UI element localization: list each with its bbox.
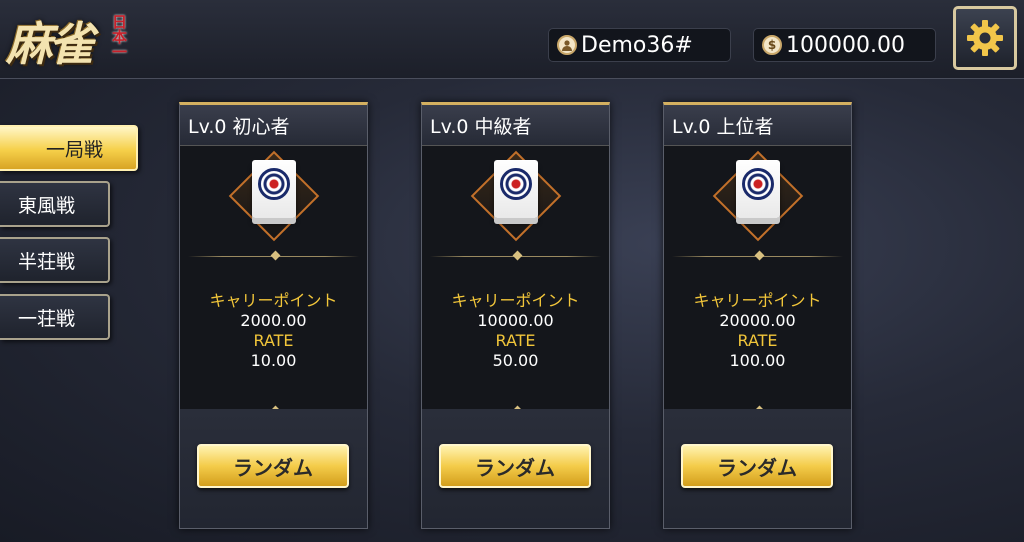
divider <box>188 250 359 261</box>
rate-label: RATE <box>495 331 536 350</box>
room-title: Lv.0 初心者 <box>180 105 367 146</box>
dollar-icon: $ <box>762 35 782 55</box>
divider <box>430 250 601 261</box>
balance-badge: $ 100000.00 <box>753 28 936 62</box>
room-card-advanced: Lv.0 上位者 キャリーポイント 20000.00 RATE 100.00 ラ… <box>663 102 852 529</box>
gear-icon <box>967 20 1003 56</box>
random-join-button[interactable]: ランダム <box>439 444 591 488</box>
room-card-intermediate: Lv.0 中級者 キャリーポイント 10000.00 RATE 50.00 ラン… <box>421 102 610 529</box>
carry-point-label: キャリーポイント <box>209 291 338 310</box>
random-join-button[interactable]: ランダム <box>197 444 349 488</box>
sidebar-item-label: 半荘戦 <box>18 250 76 273</box>
sidebar-item-ichisousen[interactable]: 一荘戦 <box>0 294 110 340</box>
carry-point-label: キャリーポイント <box>451 291 580 310</box>
sidebar-item-ikkyokusen[interactable]: 一局戦 <box>0 125 138 171</box>
mahjong-tile-emblem <box>422 146 609 256</box>
rate-value: 10.00 <box>250 351 297 370</box>
room-title: Lv.0 上位者 <box>664 105 851 146</box>
sidebar-item-hanchansen[interactable]: 半荘戦 <box>0 237 110 283</box>
carry-point-value: 20000.00 <box>719 311 796 330</box>
sidebar-item-label: 一局戦 <box>46 138 104 161</box>
mahjong-tile-emblem <box>664 146 851 256</box>
sidebar-item-tonpusen[interactable]: 東風戦 <box>0 181 110 227</box>
sidebar-item-label: 東風戦 <box>18 194 76 217</box>
carry-point-label: キャリーポイント <box>693 291 822 310</box>
rate-value: 50.00 <box>492 351 539 370</box>
tile-icon <box>742 168 774 200</box>
random-join-button[interactable]: ランダム <box>681 444 833 488</box>
mahjong-tile-emblem <box>180 146 367 256</box>
rate-label: RATE <box>737 331 778 350</box>
user-badge: Demo36# <box>548 28 731 62</box>
balance-amount: 100000.00 <box>786 32 905 58</box>
tile-icon <box>258 168 290 200</box>
tile-icon <box>500 168 532 200</box>
settings-button[interactable] <box>953 6 1017 70</box>
rate-label: RATE <box>253 331 294 350</box>
sidebar-item-label: 一荘戦 <box>18 307 76 330</box>
top-bar: 麻雀 日本一 Demo36# $ 100000.00 <box>0 0 1024 79</box>
game-logo: 麻雀 日本一 <box>4 8 134 71</box>
carry-point-value: 2000.00 <box>240 311 307 330</box>
logo-subtitle: 日本一 <box>110 14 128 59</box>
rate-value: 100.00 <box>729 351 786 370</box>
carry-point-value: 10000.00 <box>477 311 554 330</box>
room-title: Lv.0 中級者 <box>422 105 609 146</box>
user-icon <box>557 35 577 55</box>
logo-title: 麻雀 <box>6 17 94 71</box>
username: Demo36# <box>581 32 693 58</box>
divider <box>672 250 843 261</box>
room-card-beginner: Lv.0 初心者 キャリーポイント 2000.00 RATE 10.00 ランダ… <box>179 102 368 529</box>
